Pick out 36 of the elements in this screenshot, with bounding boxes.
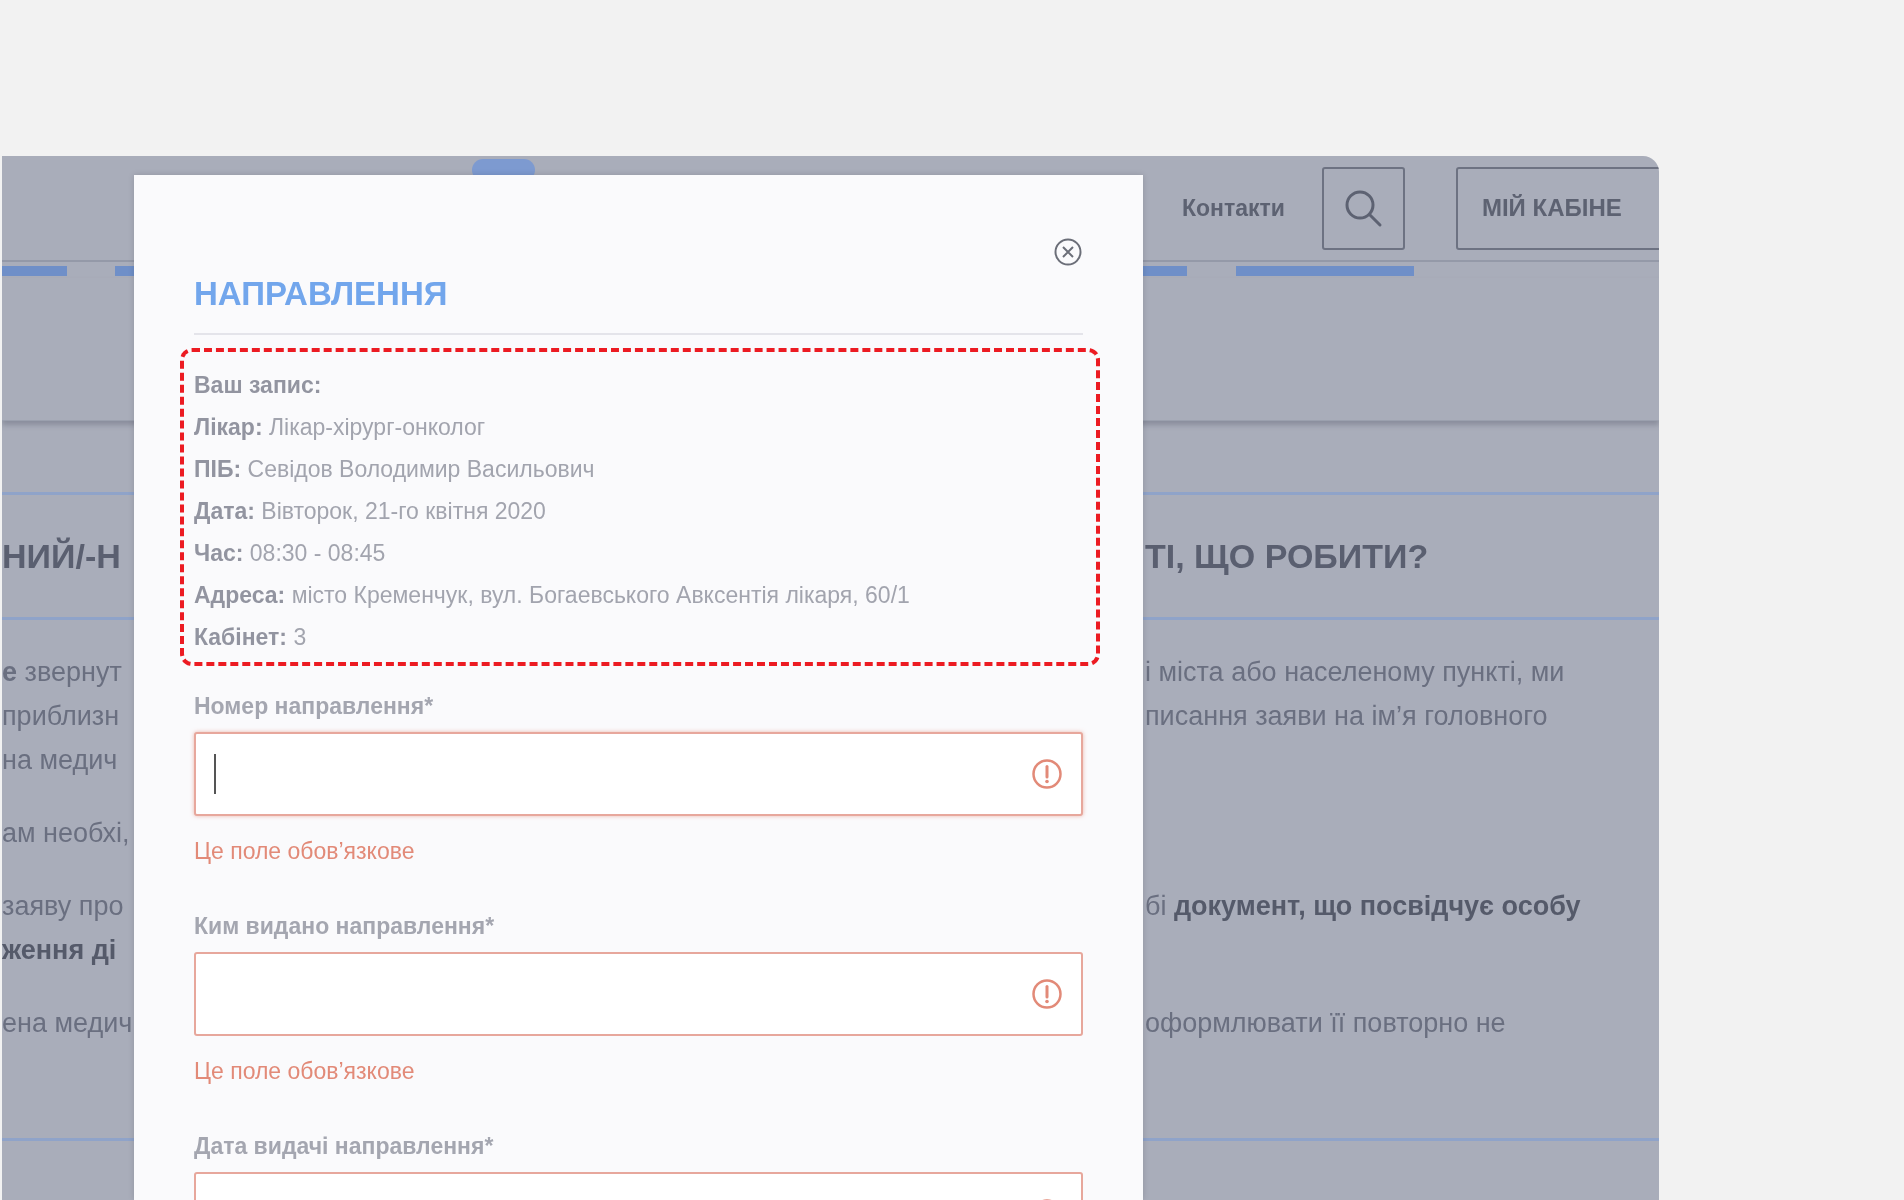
error-message: Це поле обов’язкове — [194, 1057, 416, 1086]
field-label: Номер направлення* — [194, 692, 435, 721]
paragraph-text: на медич — [2, 744, 119, 776]
paragraph-text: оформлювати її повторно не — [1145, 1007, 1507, 1039]
appointment-detail: Час: 08:30 - 08:45 — [194, 539, 387, 568]
section-heading: НИЙ/-Н — [2, 536, 122, 576]
paragraph-text: ження ді — [2, 934, 118, 966]
appointment-detail: ПІБ: Севідов Володимир Васильович — [194, 455, 596, 484]
cabinet-button[interactable]: МІЙ КАБІНЕ — [1455, 166, 1659, 250]
tab-indicator — [2, 266, 67, 276]
appointment-detail: Кабінет: 3 — [194, 623, 308, 652]
search-button[interactable] — [1321, 166, 1405, 250]
dialog-title: НАПРАВЛЕННЯ — [194, 274, 448, 314]
paragraph-text: приблизн — [2, 700, 121, 732]
paragraph-text: ена медич — [2, 1007, 132, 1039]
paragraph-text: заяву про — [2, 890, 125, 922]
section-heading: ТІ, ЩО РОБИТИ? — [1145, 536, 1430, 576]
appointment-detail: Адреса: місто Кременчук, вул. Богаевського Авксентія лікаря, 60/1 — [194, 581, 911, 610]
alert-icon — [1031, 758, 1063, 790]
field-label: Дата видачі направлення* — [194, 1132, 495, 1161]
alert-icon — [1031, 978, 1063, 1010]
paragraph-text: писання заяви на ім’я головного — [1145, 700, 1549, 732]
close-icon[interactable] — [1053, 237, 1083, 267]
paragraph-text: і міста або населеному пункті, ми — [1145, 656, 1566, 688]
input-field[interactable] — [194, 732, 1083, 816]
paragraph-text: е звернут — [2, 656, 123, 688]
search-icon — [1343, 188, 1384, 228]
input-field[interactable] — [194, 952, 1083, 1036]
appointment-heading: Ваш запис: — [194, 371, 323, 400]
paragraph-text: бі документ, що посвідчує особу — [1145, 890, 1582, 922]
appointment-detail: Дата: Вівторок, 21-го квітня 2020 — [194, 497, 547, 526]
nav-link[interactable]: Контакти — [1182, 194, 1285, 222]
field-label: Ким видано направлення* — [194, 912, 496, 941]
paragraph-text: ам необхі, — [2, 817, 131, 849]
error-message: Це поле обов’язкове — [194, 837, 416, 866]
appointment-detail: Лікар: Лікар-хірург-онколог — [194, 413, 487, 442]
